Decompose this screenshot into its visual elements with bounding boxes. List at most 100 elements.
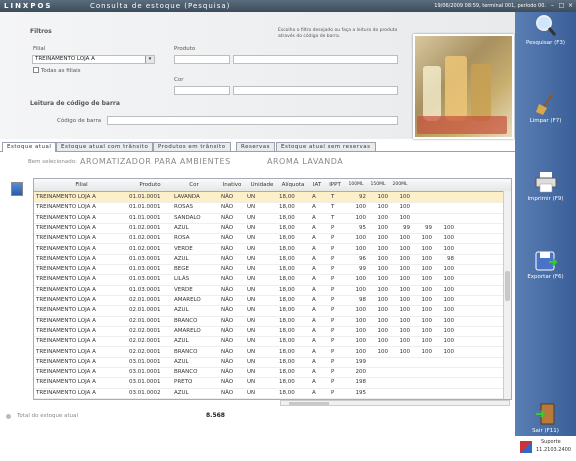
table-cell: BRANCO — [174, 369, 198, 376]
col-unidade[interactable]: Unidade — [247, 182, 277, 188]
pesquisar-button[interactable]: Pesquisar (F3) — [515, 14, 576, 46]
grid-view-icon[interactable] — [11, 182, 23, 196]
app-logo: LINXPOS — [4, 2, 53, 10]
table-cell: 100 — [399, 266, 411, 273]
tab-reservas[interactable]: Reservas — [236, 142, 275, 151]
table-cell: 18,00 — [279, 255, 295, 262]
table-cell: 95 — [359, 224, 366, 231]
tab-estoque-atual[interactable]: Estoque atual — [2, 142, 57, 152]
todas-filiais-checkbox[interactable] — [33, 67, 39, 73]
table-cell: NÃO — [221, 286, 234, 293]
table-cell: TREINAMENTO LOJA A — [36, 224, 96, 231]
table-cell: P — [331, 245, 335, 252]
table-cell: BEGE — [174, 266, 189, 273]
col-200ml[interactable]: 200ML — [390, 182, 410, 187]
table-cell: 02.01.0001 — [129, 317, 161, 324]
filial-select[interactable]: TREINAMENTO LOJA A ▾ — [32, 55, 155, 64]
table-cell: 100 — [377, 255, 389, 262]
table-cell: 18,00 — [279, 389, 295, 396]
table-cell: ROSAS — [174, 204, 193, 211]
table-cell: 01.03.0001 — [129, 255, 161, 262]
table-cell: TREINAMENTO LOJA A — [36, 245, 96, 252]
table-cell: 18,00 — [279, 276, 295, 283]
support-badge[interactable]: Suporte 11.2103.2400 — [515, 436, 576, 461]
broom-icon — [535, 93, 554, 115]
table-cell: 100 — [355, 327, 367, 334]
table-cell: P — [331, 317, 335, 324]
table-cell: AZUL — [174, 255, 189, 262]
tab-produtos-transito[interactable]: Produtos em trânsito — [153, 142, 231, 151]
limpar-button[interactable]: Limpar (F7) — [515, 92, 576, 124]
product-photo — [413, 34, 514, 139]
table-cell: NÃO — [221, 224, 234, 231]
vertical-scrollbar[interactable] — [503, 191, 511, 399]
table-cell: 100 — [421, 297, 433, 303]
tab-estoque-sem-reservas[interactable]: Estoque atual sem reservas — [276, 142, 376, 151]
exportar-button[interactable]: Exportar (F6) — [515, 248, 576, 280]
table-cell: NÃO — [221, 389, 234, 396]
col-inativo[interactable]: Inativo — [217, 182, 247, 188]
table-cell: TREINAMENTO LOJA A — [36, 255, 96, 262]
imprimir-button[interactable]: Imprimir (F9) — [515, 170, 576, 202]
chevron-down-icon[interactable]: ▾ — [145, 56, 154, 63]
table-cell: P — [331, 276, 335, 283]
pesquisar-label: Pesquisar (F3) — [525, 40, 566, 46]
produto-code-input[interactable] — [174, 55, 230, 64]
table-cell: P — [331, 266, 335, 273]
col-150ml[interactable]: 150ML — [368, 182, 388, 187]
produto-desc-input[interactable] — [233, 55, 398, 64]
maximize-icon[interactable]: □ — [558, 2, 565, 9]
table-cell: T — [331, 214, 335, 221]
table-cell: 18,00 — [279, 317, 295, 324]
table-cell: A — [312, 327, 316, 334]
table-cell: 100 — [443, 245, 455, 252]
table-cell: 99 — [425, 224, 432, 231]
col-filial[interactable]: Filial — [34, 182, 129, 188]
hscroll-thumb[interactable] — [289, 402, 329, 405]
table-cell: 100 — [377, 214, 389, 221]
col-cor[interactable]: Cor — [174, 182, 214, 188]
table-cell: UN — [247, 235, 256, 242]
total-value: 8.568 — [206, 412, 225, 419]
tab-estoque-transito[interactable]: Estoque atual com trânsito — [56, 142, 154, 151]
col-iat[interactable]: IAT — [311, 182, 323, 188]
horizontal-scrollbar[interactable] — [280, 400, 510, 406]
col-aliquota[interactable]: Alíquota — [277, 182, 309, 188]
cor-desc-input[interactable] — [233, 86, 398, 95]
table-cell: UN — [247, 379, 256, 386]
scroll-thumb[interactable] — [505, 271, 510, 301]
table-cell: NÃO — [221, 379, 234, 386]
table-cell: 98 — [359, 297, 366, 303]
table-cell: BRANCO — [174, 317, 198, 324]
table-cell: 100 — [377, 286, 389, 293]
table-cell: 100 — [399, 307, 411, 314]
col-produto[interactable]: Produto — [129, 182, 171, 188]
table-cell: 01.03.0001 — [129, 286, 161, 293]
table-cell: 100 — [377, 307, 389, 314]
sair-button[interactable]: Sair (F11) — [515, 402, 576, 434]
table-cell: 100 — [399, 235, 411, 242]
barcode-input[interactable] — [107, 116, 398, 125]
table-cell: 100 — [443, 348, 455, 355]
minimize-icon[interactable]: – — [549, 2, 556, 9]
col-100ml[interactable]: 100ML — [346, 182, 366, 187]
table-cell: 100 — [399, 317, 411, 324]
table-cell: 01.01.0001 — [129, 194, 161, 200]
table-cell: 100 — [443, 307, 455, 314]
table-cell: A — [312, 224, 316, 231]
filters-panel: Filtros Filial TREINAMENTO LOJA A ▾ Toda… — [0, 12, 515, 139]
table-cell: 100 — [421, 327, 433, 334]
col-ippt[interactable]: IPPT — [327, 182, 343, 188]
table-row[interactable]: TREINAMENTO LOJA A 03.01.0002 AZUL NÃO UN 18,… — [34, 388, 504, 399]
table-cell: 100 — [399, 255, 411, 262]
close-icon[interactable]: × — [567, 2, 574, 9]
table-cell: LILÁS — [174, 276, 190, 283]
table-cell: 100 — [443, 338, 455, 345]
table-cell: 100 — [421, 245, 433, 252]
table-cell: UN — [247, 255, 256, 262]
table-cell: 18,00 — [279, 245, 295, 252]
table-cell: TREINAMENTO LOJA A — [36, 389, 96, 396]
cor-code-input[interactable] — [174, 86, 230, 95]
table-cell: 100 — [399, 348, 411, 355]
table-cell: AZUL — [174, 358, 189, 365]
